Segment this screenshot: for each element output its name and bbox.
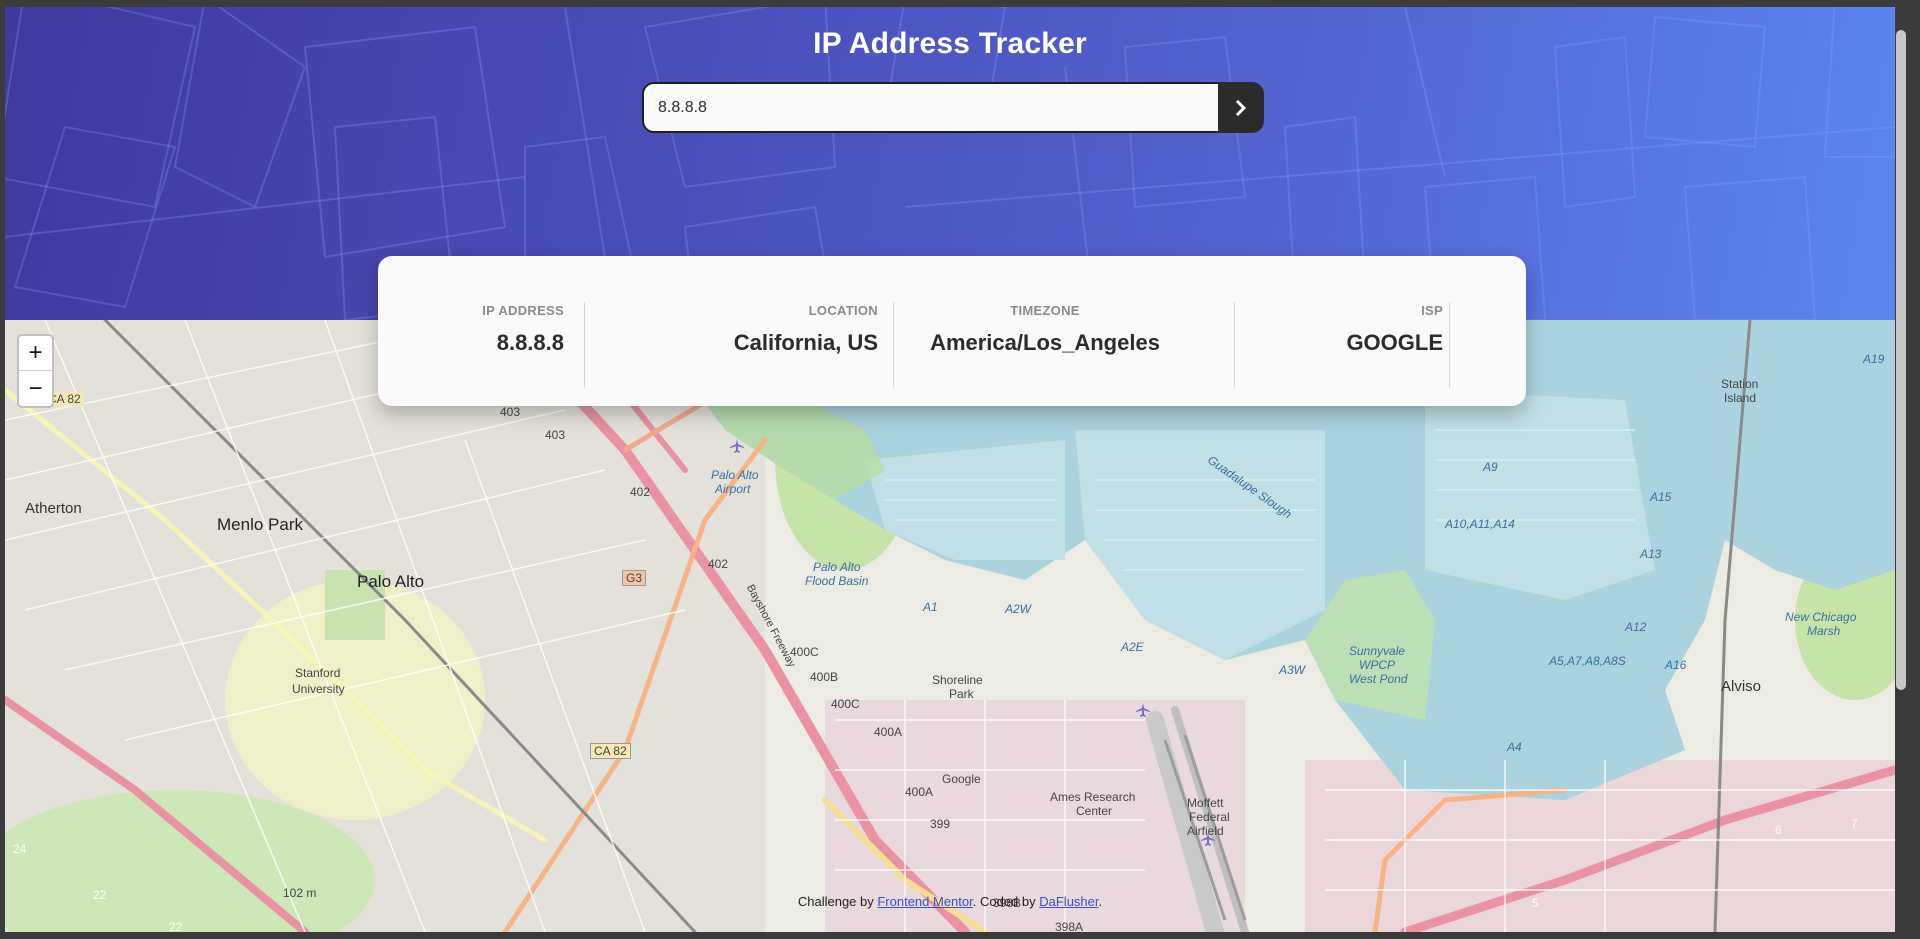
- map-label-400a2: 400A: [905, 785, 934, 799]
- page-title: IP Address Tracker: [813, 27, 1087, 60]
- timezone-block: TIMEZONE America/Los_Angeles: [894, 303, 1196, 356]
- attribution-suffix: .: [1098, 894, 1103, 909]
- map-label-menlo-park: Menlo Park: [217, 515, 303, 534]
- map-label-403b: 403: [545, 428, 566, 442]
- map-label-park: Park: [949, 687, 974, 701]
- map-label-400b: 400B: [810, 670, 839, 684]
- scrollbar[interactable]: [1896, 30, 1906, 690]
- ip-info-card: IP ADDRESS 8.8.8.8 LOCATION California, …: [378, 256, 1526, 406]
- isp-block: ISP GOOGLE: [1235, 303, 1443, 356]
- zoom-in-button[interactable]: +: [19, 336, 52, 371]
- map-label-airport: Airport: [715, 482, 751, 496]
- location-label: LOCATION: [808, 303, 878, 318]
- attribution-prefix: Challenge by: [797, 894, 878, 909]
- map-label-atherton: Atherton: [25, 500, 82, 517]
- frontend-mentor-link[interactable]: Frontend Mentor: [877, 894, 972, 909]
- map-label-a16: A16: [1665, 658, 1687, 672]
- map-label-22b: 22: [169, 920, 183, 932]
- map-label-400a: 400A: [874, 725, 903, 739]
- map-label-a10: A10,A11,A14: [1445, 517, 1515, 531]
- map-label-a12: A12: [1625, 620, 1647, 634]
- map-label-moffett-2: Federal: [1189, 810, 1230, 824]
- ip-address-value: 8.8.8.8: [496, 330, 564, 355]
- search-bar: [642, 82, 1264, 133]
- map-label-university: University: [292, 682, 345, 696]
- airport-icon: [730, 439, 744, 453]
- chevron-right-icon: [1235, 99, 1247, 116]
- map-label-a3w: A3W: [1279, 663, 1306, 677]
- map-zoom-control: + −: [17, 334, 54, 408]
- divider: [1449, 302, 1450, 388]
- map-label-399: 399: [930, 817, 951, 831]
- map-label-a1: A1: [923, 600, 938, 614]
- map-label-google: Google: [942, 772, 981, 786]
- map-label-a4: A4: [1507, 740, 1522, 754]
- attribution-middle: . Coded by: [972, 894, 1040, 909]
- map-label-moffett-1: Moffett: [1187, 796, 1224, 810]
- map-label-400c2: 400C: [831, 697, 860, 711]
- map-label-shoreline: Shoreline: [932, 673, 983, 687]
- map-label-a15: A15: [1650, 490, 1672, 504]
- map-label-a13: A13: [1640, 547, 1662, 561]
- map-label-west-pond: West Pond: [1349, 672, 1408, 686]
- map-label-7: 7: [1851, 817, 1858, 831]
- map-label-402b: 402: [708, 557, 729, 571]
- map-label-a5: A5,A7,A8,A8S: [1549, 654, 1626, 668]
- map-tiles: [5, 320, 1895, 932]
- map-label-a2w: A2W: [1005, 602, 1032, 616]
- map-label-new-chicago: New Chicago: [1785, 610, 1857, 624]
- isp-value: GOOGLE: [1346, 330, 1443, 355]
- map-label-marsh: Marsh: [1807, 624, 1841, 638]
- isp-label: ISP: [1421, 303, 1443, 318]
- map-label-402a: 402: [630, 485, 651, 499]
- map-label-ames-1: Ames Research: [1050, 790, 1136, 804]
- map-label-6: 6: [1775, 823, 1782, 837]
- map-label-g3: G3: [622, 570, 647, 586]
- map-label-ames-2: Center: [1076, 804, 1113, 818]
- map-label-ca82-b: CA 82: [590, 743, 631, 759]
- map[interactable]: Atherton Menlo Park Palo Alto Stanford U…: [5, 320, 1895, 932]
- map-label-flood-basin-2: Flood Basin: [805, 574, 869, 588]
- map-label-sunnyvale: Sunnyvale: [1349, 644, 1406, 658]
- timezone-value: America/Los_Angeles: [930, 330, 1160, 355]
- map-label-alviso: Alviso: [1721, 678, 1762, 695]
- timezone-label: TIMEZONE: [1010, 303, 1080, 318]
- ip-address-block: IP ADDRESS 8.8.8.8: [378, 303, 564, 356]
- map-label-24: 24: [13, 842, 27, 856]
- author-link[interactable]: DaFlusher: [1039, 894, 1098, 909]
- map-label-403a: 403: [500, 405, 521, 419]
- map-label-palo-alto: Palo Alto: [357, 572, 425, 591]
- map-label-stanford: Stanford: [295, 666, 341, 680]
- location-block: LOCATION California, US: [585, 303, 878, 356]
- map-label-398a: 398A: [1055, 920, 1084, 932]
- browser-viewport: IP Address Tracker 8.8.8.8 Atherton Menl…: [5, 7, 1895, 932]
- ip-search-input[interactable]: [642, 82, 1220, 133]
- map-label-wpcp: WPCP: [1359, 658, 1395, 672]
- zoom-out-button[interactable]: −: [19, 371, 52, 406]
- attribution: Challenge by Frontend Mentor. Coded by D…: [5, 894, 1895, 909]
- moffett-airfield-icon: [1201, 832, 1215, 846]
- map-label-a19: A19: [1863, 352, 1885, 366]
- map-label-a9: A9: [1483, 460, 1498, 474]
- map-label-a2e: A2E: [1121, 640, 1144, 654]
- map-label-flood-basin-1: Palo Alto: [813, 560, 861, 574]
- ip-address-label: IP ADDRESS: [482, 303, 564, 318]
- map-label-station: Station: [1721, 377, 1759, 391]
- location-value: California, US: [733, 330, 878, 355]
- map-label-palo-alto-airport: Palo Alto: [711, 468, 759, 482]
- airfield-icon: [1136, 703, 1150, 717]
- map-label-island: Island: [1724, 391, 1757, 405]
- search-submit-button[interactable]: [1218, 82, 1264, 133]
